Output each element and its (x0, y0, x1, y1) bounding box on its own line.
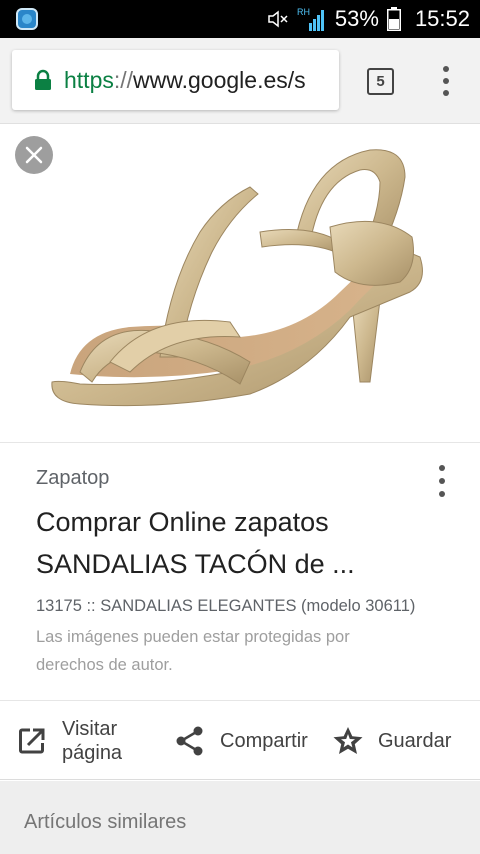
menu-dot (439, 478, 445, 484)
menu-dot (443, 90, 449, 96)
close-button[interactable] (15, 136, 53, 174)
visit-page-label: Visitar página (62, 718, 123, 764)
image-preview (0, 124, 480, 442)
status-bar: RH 53% 15:52 (0, 0, 480, 38)
source-name[interactable]: Zapatop (36, 467, 109, 490)
network-type-label: RH (297, 7, 310, 17)
battery-icon (386, 7, 401, 31)
menu-dot (443, 78, 449, 84)
clock: 15:52 (414, 6, 470, 31)
more-options-button[interactable] (432, 463, 452, 499)
status-icons: RH 53% 15:52 (267, 0, 470, 38)
visit-page-button[interactable]: Visitar página (16, 701, 142, 781)
menu-dot (439, 465, 445, 471)
result-title-line: Comprar Online zapatos (36, 507, 329, 537)
copyright-notice: Las imágenes pueden estar protegidas por… (36, 628, 350, 674)
tab-switcher-button[interactable]: 5 (367, 68, 394, 95)
app-icon (16, 8, 38, 30)
result-info-panel: Zapatop Comprar Online zapatos SANDALIAS… (0, 443, 480, 699)
result-title-line: SANDALIAS TACÓN de ... (36, 549, 355, 579)
battery-percent: 53% (334, 6, 379, 31)
sandal-image[interactable] (40, 132, 440, 432)
url-separator: :// (113, 66, 134, 93)
share-label: Compartir (220, 730, 308, 752)
url-text: https://www.google.es/s (64, 67, 306, 94)
similar-items-heading: Artículos similares (24, 811, 187, 833)
share-button[interactable]: Compartir (174, 701, 308, 781)
mute-icon (268, 10, 288, 28)
open-external-icon (19, 728, 45, 754)
save-button[interactable]: Guardar (332, 701, 451, 781)
browser-toolbar: https://www.google.es/s 5 (0, 38, 480, 124)
similar-items-section: Artículos similares (0, 781, 480, 854)
menu-dot (443, 66, 449, 72)
url-scheme: https (64, 66, 114, 93)
save-label: Guardar (378, 730, 452, 752)
browser-menu-button[interactable] (436, 64, 456, 98)
url-host: www.google.es/s (133, 66, 306, 93)
star-icon (333, 727, 363, 754)
close-icon (25, 146, 43, 164)
menu-dot (439, 491, 445, 497)
lock-icon (35, 69, 51, 90)
action-bar: Visitar página Compartir Guardar (0, 700, 480, 780)
signal-icon: RH (297, 7, 324, 31)
address-bar[interactable]: https://www.google.es/s (12, 50, 339, 110)
result-description: 13175 :: SANDALIAS ELEGANTES (modelo 306… (36, 597, 416, 615)
result-title[interactable]: Comprar Online zapatos SANDALIAS TACÓN d… (36, 501, 436, 585)
share-icon (176, 726, 203, 756)
